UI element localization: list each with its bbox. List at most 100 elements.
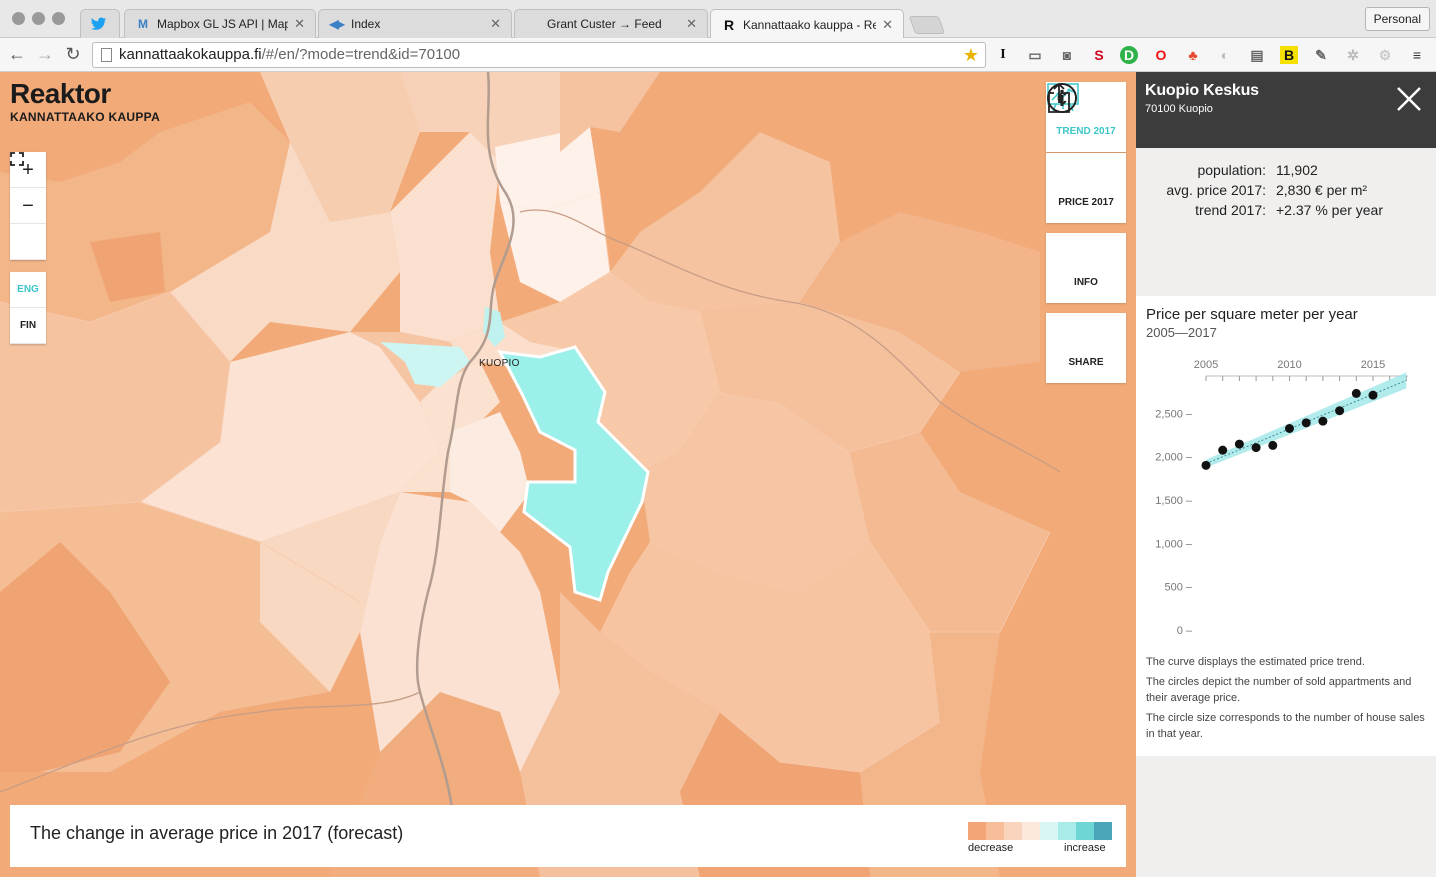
- data-point: [1335, 406, 1345, 416]
- chart-title: Price per square meter per year: [1146, 306, 1358, 323]
- y-tick-label: 2,000 –: [1155, 452, 1193, 464]
- mode-buttons: TREND 2017 € PRICE 2017 INFO SHARE: [1046, 82, 1126, 383]
- mode-share-button[interactable]: SHARE: [1046, 82, 1126, 383]
- tab-twitter[interactable]: [80, 9, 120, 38]
- address-bar[interactable]: kannattaakokauppa.fi/#/en/?mode=trend&id…: [92, 42, 986, 68]
- window-extension-icon[interactable]: ▤: [1248, 46, 1266, 64]
- close-tab-icon[interactable]: ✕: [490, 16, 501, 32]
- close-tab-icon[interactable]: ✕: [294, 16, 305, 32]
- share-icon: [1046, 82, 1126, 355]
- map[interactable]: Reaktor KANNATTAAKO KAUPPA + − ENG FIN K…: [0, 72, 1136, 877]
- close-icon[interactable]: [1396, 86, 1422, 112]
- zoom-window-button[interactable]: [52, 12, 65, 25]
- tab-label: Index: [351, 17, 381, 31]
- fullscreen-icon: [10, 152, 24, 166]
- zoom-out-button[interactable]: −: [10, 188, 46, 224]
- city-label: KUOPIO: [479, 358, 520, 369]
- legend-swatch: [1004, 822, 1022, 840]
- gear-extension-icon[interactable]: ✲: [1344, 46, 1362, 64]
- forward-arrow-icon[interactable]: →: [34, 43, 56, 65]
- fullscreen-button[interactable]: [10, 152, 46, 260]
- x-tick-label: 2015: [1361, 359, 1385, 371]
- new-tab-button[interactable]: [908, 16, 946, 34]
- mapbox-icon: M: [138, 17, 148, 31]
- info-icon: [1046, 83, 1126, 275]
- minimize-window-button[interactable]: [32, 12, 45, 25]
- data-point: [1285, 424, 1294, 433]
- stat-value: +2.37 % per year: [1276, 202, 1384, 218]
- tab-index[interactable]: ◀▸ Index ✕: [318, 9, 512, 38]
- page-icon: [101, 48, 112, 62]
- stat-value: 11,902: [1276, 162, 1318, 178]
- tab-mapbox[interactable]: M Mapbox GL JS API | Mapbox ✕: [124, 9, 316, 38]
- stat-value: 2,830 € per m²: [1276, 182, 1368, 198]
- profile-button[interactable]: Personal: [1364, 7, 1430, 31]
- mode-label: SHARE: [1068, 357, 1104, 368]
- close-window-button[interactable]: [12, 12, 25, 25]
- back-arrow-icon[interactable]: ←: [6, 43, 28, 65]
- zoom-controls: + −: [10, 152, 46, 260]
- instapaper-icon[interactable]: I: [994, 46, 1012, 64]
- panel-subtitle: 70100 Kuopio: [1145, 103, 1213, 115]
- camera-icon[interactable]: ◙: [1058, 46, 1076, 64]
- tab-label: Mapbox GL JS API | Mapbox: [157, 17, 288, 31]
- browser-toolbar: ← → ↻ kannattaakokauppa.fi/#/en/?mode=tr…: [0, 38, 1436, 72]
- cast-icon[interactable]: ▭: [1026, 46, 1044, 64]
- legend-swatch: [1076, 822, 1094, 840]
- pin-icon[interactable]: ✎: [1312, 46, 1330, 64]
- legend-high-label: increase: [1064, 842, 1106, 854]
- close-tab-icon[interactable]: ✕: [686, 16, 697, 32]
- panel-stats: population: 11,902 avg. price 2017: 2,830 …: [1136, 148, 1436, 296]
- reload-icon[interactable]: ↻: [62, 43, 84, 65]
- legend-bar: The change in average price in 2017 (for…: [10, 805, 1126, 867]
- spinner-extension-icon[interactable]: ◐: [1216, 46, 1234, 64]
- tab-label: Grant Custer → Feed: [547, 17, 662, 31]
- data-point: [1251, 443, 1261, 453]
- mode-label: TREND 2017: [1056, 126, 1116, 137]
- browser-tab-bar: M Mapbox GL JS API | Mapbox ✕ ◀▸ Index ✕…: [0, 0, 1436, 39]
- data-point: [1368, 390, 1378, 400]
- opera-icon[interactable]: O: [1152, 46, 1170, 64]
- euro-icon: €: [1046, 83, 1126, 195]
- s-extension-icon[interactable]: S: [1090, 46, 1108, 64]
- legend-swatch: [1022, 822, 1040, 840]
- mode-price-button[interactable]: € PRICE 2017: [1046, 83, 1126, 223]
- y-tick-label: 1,000 –: [1155, 538, 1193, 550]
- chart-note: The curve displays the estimated price t…: [1146, 656, 1365, 668]
- data-point: [1268, 440, 1278, 450]
- map-regions: [0, 72, 1136, 877]
- tab-reaktor[interactable]: R Kannattaako kauppa - Reaktor ✕: [710, 9, 904, 39]
- bookmark-star-icon[interactable]: ★: [963, 43, 979, 67]
- data-point: [1351, 388, 1361, 398]
- x-tick-label: 2005: [1194, 359, 1218, 371]
- logo-subtitle: KANNATTAAKO KAUPPA: [10, 110, 161, 124]
- chart-subtitle: 2005—2017: [1146, 325, 1217, 340]
- lang-eng-button[interactable]: ENG: [10, 272, 46, 308]
- language-switcher: ENG FIN: [10, 272, 46, 344]
- stat-row: population: 11,902: [1136, 160, 1436, 180]
- stat-row: avg. price 2017: 2,830 € per m²: [1136, 180, 1436, 200]
- index-icon: ◀▸: [329, 17, 345, 31]
- data-point: [1218, 445, 1228, 455]
- stat-key: trend 2017:: [1195, 202, 1266, 218]
- y-tick-label: 2,500 –: [1155, 408, 1193, 420]
- detail-panel: Kuopio Keskus 70100 Kuopio population: 11…: [1136, 72, 1436, 877]
- panel-title: Kuopio Keskus: [1145, 82, 1259, 99]
- b-extension-icon[interactable]: B: [1280, 46, 1298, 64]
- close-tab-icon[interactable]: ✕: [882, 17, 893, 33]
- d-extension-icon[interactable]: D: [1120, 46, 1138, 64]
- tab-feed[interactable]: Grant Custer → Feed ✕: [514, 9, 708, 38]
- menu-icon[interactable]: ≡: [1408, 46, 1426, 64]
- legend-low-label: decrease: [968, 842, 1014, 854]
- feed-icon: [525, 16, 541, 32]
- mode-label: PRICE 2017: [1058, 197, 1114, 208]
- mode-info-button[interactable]: INFO: [1046, 83, 1126, 303]
- logo-name: Reaktor: [10, 78, 111, 109]
- lang-fin-button[interactable]: FIN: [10, 308, 46, 344]
- y-tick-label: 1,500 –: [1155, 495, 1193, 507]
- url-host: kannattaakokauppa.fi: [119, 46, 262, 63]
- bird-extension-icon[interactable]: ♣: [1184, 46, 1202, 64]
- reaktor-logo[interactable]: Reaktor KANNATTAAKO KAUPPA: [10, 78, 161, 125]
- y-tick-label: 500 –: [1164, 582, 1192, 594]
- settings-extension-icon[interactable]: ⚙: [1376, 46, 1394, 64]
